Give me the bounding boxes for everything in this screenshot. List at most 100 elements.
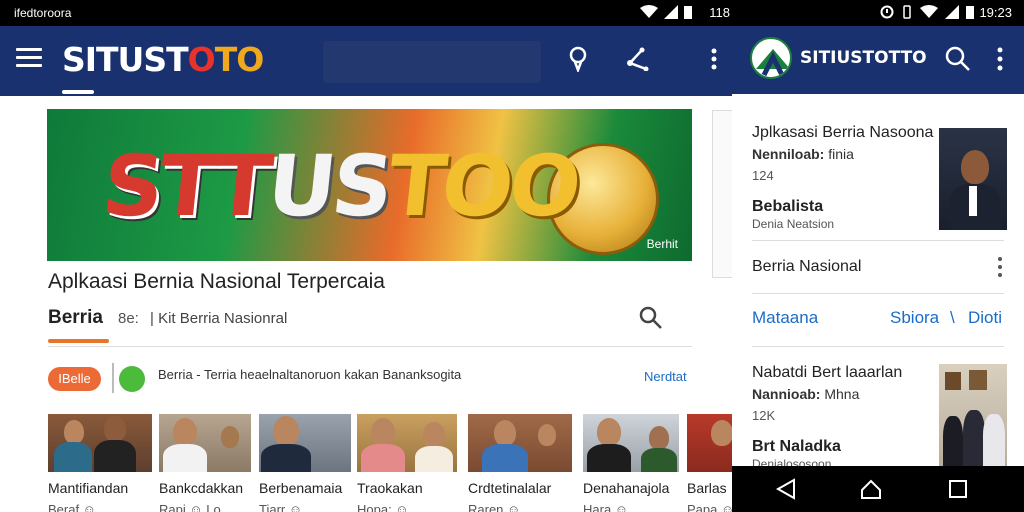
divider	[752, 293, 1004, 294]
link-row: Mataana Sbiora \ Dioti	[732, 306, 1024, 336]
banner-tag: Berhit	[646, 237, 678, 251]
link-sbiora[interactable]: Sbiora	[890, 308, 939, 328]
card-section: Bebalista	[752, 198, 824, 215]
news-ticker[interactable]: Berria - Terria heaelnaltanoruon kakan B…	[158, 367, 461, 382]
wifi-icon	[640, 5, 658, 18]
list-item[interactable]: Berbenamaia Tiarr ☺	[259, 414, 351, 512]
section-row[interactable]: Berria Nasional	[732, 250, 1024, 290]
main-pane: ifedtoroora 118 SITUSTOTO STTUSTOO Berhi…	[0, 0, 732, 512]
list-item[interactable]: Barlas Papa ☺	[687, 414, 732, 512]
tab-berria[interactable]: Berria	[48, 307, 103, 329]
card-section: Brt Naladka	[752, 438, 841, 455]
item-meta: Rapi ☺ Lo	[159, 502, 221, 512]
app-logo-icon[interactable]	[750, 37, 792, 79]
link-dioti[interactable]: Dioti	[968, 308, 1002, 328]
card-count: 124	[752, 168, 774, 183]
item-title: Bankcdakkan	[159, 480, 244, 496]
search-icon[interactable]	[944, 45, 972, 73]
vibrate-icon	[903, 5, 911, 19]
app-bar: SITIUSTOTTO	[732, 26, 1024, 94]
home-icon[interactable]	[859, 478, 883, 500]
status-icons	[640, 5, 692, 19]
divider	[112, 363, 114, 393]
side-pane: 19:23 SITIUSTOTTO Jplkasasi Berria Nasoo…	[732, 0, 1024, 512]
carrier-label: ifedtoroora	[14, 6, 72, 20]
news-card[interactable]: Nabatdi Bert laaarlan Nannioab: Mhna 12K…	[732, 350, 1024, 471]
ticker-link[interactable]: Nerdtat	[644, 369, 687, 384]
card-edge	[712, 110, 732, 278]
list-item[interactable]: Denahanajola Hara ☺	[583, 414, 679, 512]
search-icon[interactable]	[638, 305, 664, 331]
wifi-icon	[920, 5, 938, 18]
battery-icon	[684, 6, 692, 19]
more-vert-icon[interactable]	[990, 254, 1010, 282]
status-time: 118	[709, 5, 730, 20]
card-count: 12K	[752, 408, 776, 423]
status-bar: 19:23	[732, 0, 1024, 26]
alarm-icon	[880, 5, 894, 19]
status-bar: ifedtoroora 118	[0, 0, 732, 26]
list-item[interactable]: Crdtetinalalar Raren ☺	[468, 414, 572, 512]
item-title: Denahanajola	[583, 480, 670, 496]
pin-icon[interactable]	[563, 44, 593, 74]
item-meta: Hopa: ☺	[357, 502, 409, 512]
more-vert-icon[interactable]	[990, 44, 1010, 74]
thumbnail-image	[357, 414, 457, 472]
tab-row: Berria 8e: | Kit Berria Nasionral	[48, 305, 692, 345]
thumbnail-image	[687, 414, 732, 472]
brand-logo[interactable]: SITIUSTOTTO	[800, 48, 927, 68]
signal-icon	[664, 5, 678, 19]
item-title: Mantifiandan	[48, 480, 129, 496]
card-title: Jplkasasi Berria Nasoona	[752, 124, 934, 141]
tab-sub-label: 8e:	[118, 310, 139, 327]
list-item[interactable]: Bankcdakkan Rapi ☺ Lo	[159, 414, 251, 512]
search-input[interactable]	[323, 41, 541, 83]
item-meta: Hara ☺	[583, 502, 629, 512]
card-thumbnail	[939, 128, 1007, 230]
list-item[interactable]: Mantifiandan Beraf ☺	[48, 414, 152, 512]
thumbnail-image	[583, 414, 679, 472]
thumbnail-image	[48, 414, 152, 472]
brand-underline	[62, 90, 94, 94]
whatsapp-icon[interactable]	[119, 366, 145, 392]
divider	[752, 240, 1004, 241]
battery-icon	[966, 6, 974, 19]
hero-banner[interactable]: STTUSTOO Berhit	[47, 109, 692, 261]
hamburger-icon[interactable]	[16, 48, 42, 70]
divider	[752, 346, 1004, 347]
tab-indicator	[48, 339, 109, 343]
divider	[48, 346, 692, 347]
screen: ifedtoroora 118 SITUSTOTO STTUSTOO Berhi…	[0, 0, 1024, 512]
section-label: Berria Nasional	[752, 258, 862, 275]
signal-icon	[945, 5, 959, 19]
link-mataana[interactable]: Mataana	[752, 308, 818, 328]
thumbnail-image	[259, 414, 351, 472]
share-icon[interactable]	[623, 44, 653, 74]
more-vert-icon[interactable]	[699, 44, 729, 74]
item-title: Crdtetinalalar	[468, 480, 552, 496]
system-nav-bar	[732, 466, 1024, 512]
tab-nasional[interactable]: | Kit Berria Nasionral	[150, 310, 287, 327]
link-separator: \	[950, 308, 955, 327]
recents-icon[interactable]	[946, 478, 970, 500]
thumbnail-image	[159, 414, 251, 472]
item-title: Barlas	[687, 480, 727, 496]
category-chip[interactable]: IBelle	[48, 367, 101, 391]
back-icon[interactable]	[774, 478, 798, 500]
item-meta: Tiarr ☺	[259, 502, 303, 512]
thumbnail-image	[468, 414, 572, 472]
card-thumbnail	[939, 364, 1007, 466]
list-item[interactable]: Traokakan Hopa: ☺	[357, 414, 457, 512]
item-title: Traokakan	[357, 480, 423, 496]
page-title: Aplkaasi Bernia Nasional Terpercaia	[48, 270, 385, 293]
news-card[interactable]: Jplkasasi Berria Nasoona Nenniloab: fini…	[732, 110, 1024, 240]
news-grid: Mantifiandan Beraf ☺ Bankcdakkan Rapi ☺ …	[48, 414, 732, 512]
brand-logo[interactable]: SITUSTOTO	[62, 40, 264, 79]
app-bar: SITUSTOTO	[0, 26, 732, 96]
item-meta: Beraf ☺	[48, 502, 96, 512]
item-title: Berbenamaia	[259, 480, 343, 496]
card-section-sub: Denia Neatsion	[752, 217, 835, 231]
status-icons	[880, 5, 974, 19]
status-time: 19:23	[979, 5, 1012, 20]
item-meta: Papa ☺	[687, 502, 732, 512]
